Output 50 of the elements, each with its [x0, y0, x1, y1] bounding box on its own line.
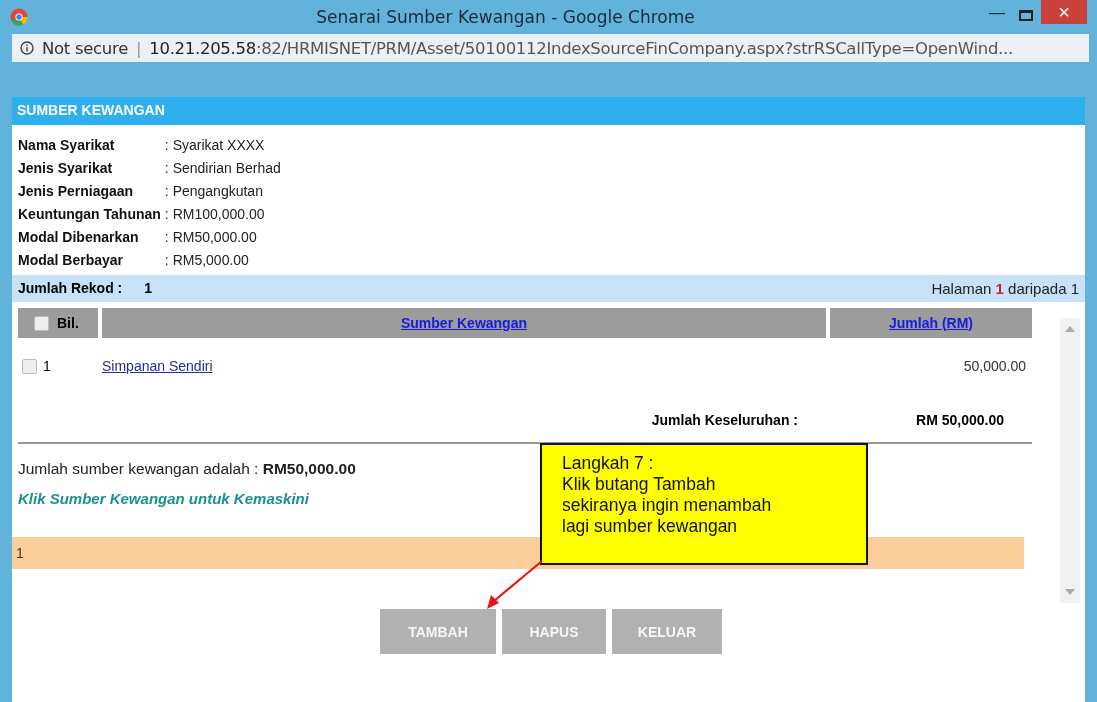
row-checkbox[interactable]	[22, 358, 37, 374]
field-value: RM100,000.00	[172, 206, 265, 222]
column-header-link[interactable]: Sumber Kewangan	[401, 315, 527, 331]
action-button[interactable]: KELUAR	[612, 609, 722, 654]
field-label: Modal Dibenarkan	[18, 229, 140, 246]
field-value: Syarikat XXXX	[172, 137, 265, 153]
info-icon[interactable]	[20, 41, 34, 55]
page-indicator: Halaman 1 daripada 1	[931, 280, 1079, 297]
colon-text: :	[164, 137, 169, 153]
field-label: Modal Berbayar	[18, 252, 125, 269]
annotation-callout: Langkah 7 : Klik butang Tambah sekiranya ingin menambah lagi sumber kewangan	[540, 443, 868, 565]
scroll-up-icon[interactable]	[1065, 326, 1075, 332]
total-label: Jumlah Keseluruhan :	[650, 412, 799, 428]
scrollbar[interactable]	[1060, 318, 1080, 603]
scroll-down-icon[interactable]	[1065, 589, 1075, 595]
record-count-label: Jumlah Rekod :	[18, 280, 123, 296]
amount-cell-text: 50,000.00	[962, 358, 1027, 374]
separator-text: |	[136, 38, 142, 58]
source-link[interactable]: Simpanan Sendiri	[102, 358, 213, 374]
field-label: Jenis Syarikat	[18, 160, 114, 177]
summary-text: Jumlah sumber kewangan adalah : RM50,000.00	[18, 460, 356, 478]
colon-text: :	[164, 183, 169, 199]
field-label: Keuntungan Tahunan	[18, 206, 162, 223]
action-button[interactable]: HAPUS	[502, 609, 606, 654]
action-button[interactable]: TAMBAH	[380, 609, 496, 654]
hint-text: Klik Sumber Kewangan untuk Kemaskini	[18, 490, 309, 507]
total-value: RM 50,000.00	[915, 412, 1005, 428]
colon-text: :	[164, 252, 169, 268]
window-title: Senarai Sumber Kewangan - Google Chrome	[315, 7, 696, 27]
record-count: 1	[144, 280, 153, 296]
section-header: SUMBER KEWANGAN	[12, 97, 1085, 125]
column-header: Bil.	[57, 315, 79, 331]
field-value: Pengangkutan	[172, 183, 263, 199]
url-text[interactable]: 10.21.205.58:82/HRMISNET/PRM/Asset/50100112IndexSourceFinCompany.aspx?strRSCallType=OpenWind...	[149, 38, 1013, 58]
field-label: Nama Syarikat	[18, 137, 116, 154]
field-value: RM5,000.00	[172, 252, 249, 268]
security-label: Not secure	[42, 38, 128, 58]
maximize-button[interactable]	[1019, 10, 1033, 21]
colon-text: :	[164, 206, 169, 222]
colon-text: :	[164, 229, 169, 245]
row-number: 1	[43, 358, 51, 374]
close-button[interactable]: ×	[1041, 0, 1087, 24]
browser-logo-icon	[10, 8, 28, 26]
field-label: Jenis Perniagaan	[18, 183, 135, 200]
field-value: RM50,000.00	[172, 229, 257, 245]
annotation-arrow	[484, 560, 544, 610]
minimize-button[interactable]: —	[983, 0, 1011, 26]
select-all-checkbox[interactable]	[34, 315, 49, 331]
colon-text: :	[164, 160, 169, 176]
field-value: Sendirian Berhad	[172, 160, 281, 176]
